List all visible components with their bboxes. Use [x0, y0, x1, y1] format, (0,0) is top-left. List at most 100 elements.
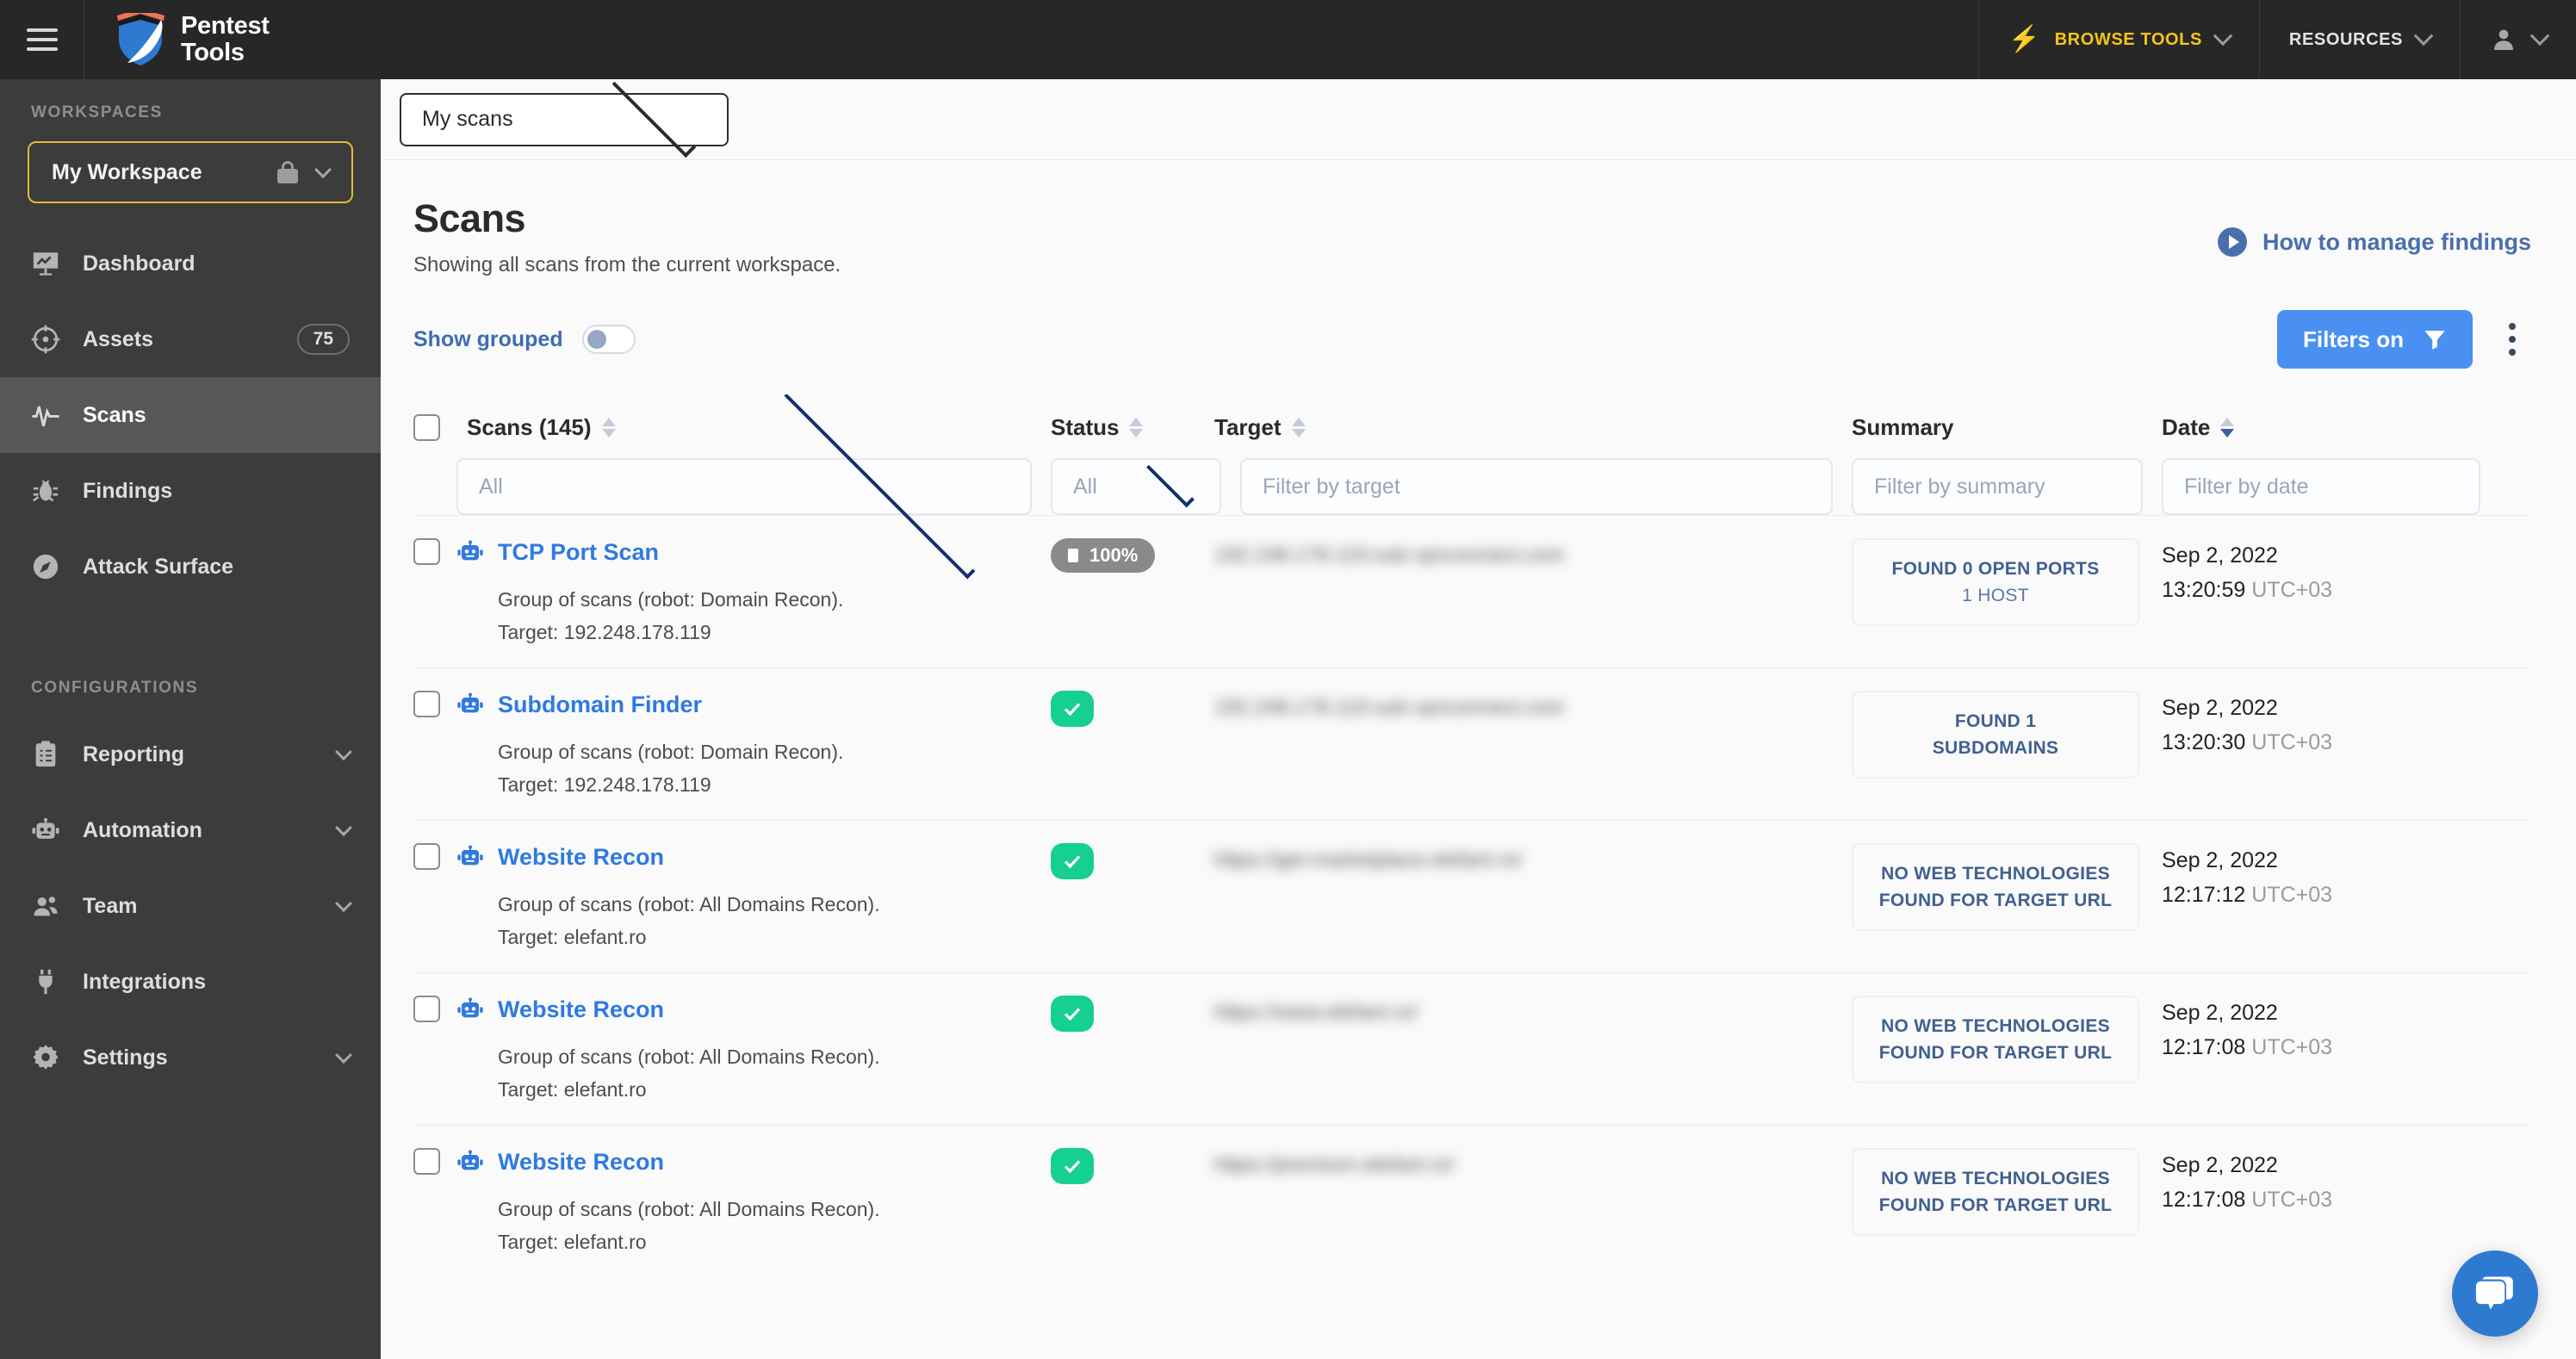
scan-target-text: Target: 192.248.178.119 [498, 621, 711, 643]
target-value-masked: https://premium.elefant.ro/ [1214, 1153, 1455, 1176]
scan-group-text: Group of scans (robot: All Domains Recon… [498, 1198, 880, 1220]
scan-name-link[interactable]: Website Recon [498, 996, 664, 1023]
chevron-down-icon[interactable] [335, 1046, 352, 1064]
filter-cell-target: Filter by target [1240, 458, 1852, 515]
row-select-checkbox[interactable] [413, 1148, 440, 1175]
timezone-value: UTC+03 [2251, 1188, 2333, 1212]
workspaces-section-label: WORKSPACES [31, 103, 163, 121]
scan-info: Website Recon Group of scans (robot: All… [456, 843, 1051, 953]
summary-badge: FOUND 1 SUBDOMAINS [1852, 691, 2139, 779]
resources-menu[interactable]: RESOURCES [2258, 0, 2460, 79]
row-select-checkbox[interactable] [413, 691, 440, 717]
sidebar-item-attack-surface[interactable]: Attack Surface [0, 529, 381, 605]
sidebar-item-dashboard[interactable]: Dashboard [0, 226, 381, 301]
status-success-badge [1051, 843, 1094, 879]
column-header-date: Date [2162, 410, 2480, 444]
scans-filter-value: All [479, 474, 503, 499]
workspace-selector[interactable]: My Workspace [28, 141, 353, 203]
row-select-checkbox[interactable] [413, 996, 440, 1022]
table-row[interactable]: Website Recon Group of scans (robot: All… [413, 1125, 2531, 1277]
table-row[interactable]: Website Recon Group of scans (robot: All… [413, 820, 2531, 972]
scan-target-text: Target: elefant.ro [498, 1231, 647, 1253]
summary-sub: 1 HOST [1962, 586, 2029, 605]
chevron-down-icon[interactable] [335, 895, 352, 913]
column-label: Target [1214, 413, 1282, 440]
sidebar-item-label: Settings [83, 1045, 168, 1070]
filters-button[interactable]: Filters on [2276, 310, 2473, 369]
my-scans-value: My scans [422, 107, 513, 131]
sort-date-button[interactable] [2220, 417, 2235, 437]
brand-name: Pentest Tools [181, 12, 270, 66]
sidebar-item-integrations[interactable]: Integrations [0, 944, 381, 1020]
stop-square-icon [1068, 549, 1078, 562]
hamburger-icon [26, 28, 58, 51]
plug-icon [31, 967, 60, 996]
sidebar-item-settings[interactable]: Settings [0, 1020, 381, 1095]
scan-group-text: Group of scans (robot: All Domains Recon… [498, 1046, 880, 1068]
sort-status-button[interactable] [1129, 417, 1144, 437]
sidebar-item-scans[interactable]: Scans [0, 377, 381, 453]
how-to-manage-findings-link[interactable]: How to manage findings [2217, 227, 2531, 257]
column-label: Date [2162, 413, 2211, 440]
row-target-cell: https://www.elefant.ro/ [1214, 996, 1852, 1106]
scan-name-link[interactable]: Website Recon [498, 1149, 664, 1176]
table-row[interactable]: Subdomain Finder Group of scans (robot: … [413, 667, 2531, 820]
status-progress-badge: 100% [1051, 538, 1156, 573]
configurations-section-label: CONFIGURATIONS [31, 679, 199, 697]
select-all-checkbox[interactable] [413, 413, 440, 441]
scan-info: Website Recon Group of scans (robot: All… [456, 996, 1051, 1106]
sidebar-item-assets[interactable]: Assets 75 [0, 301, 381, 377]
chevron-down-icon[interactable] [335, 819, 352, 837]
toggle-switch[interactable] [581, 325, 636, 354]
status-filter-value: All [1073, 474, 1097, 499]
date-filter-input[interactable]: Filter by date [2162, 458, 2480, 515]
table-row[interactable]: TCP Port Scan Group of scans (robot: Dom… [413, 515, 2531, 667]
row-status-cell [1051, 843, 1214, 953]
summary-filter-input[interactable]: Filter by summary [1852, 458, 2143, 515]
sidebar-item-team[interactable]: Team [0, 868, 381, 944]
sidebar-item-automation[interactable]: Automation [0, 792, 381, 868]
scans-type-filter[interactable]: All [456, 394, 1032, 579]
user-avatar-icon [2494, 29, 2513, 50]
sort-scans-button[interactable] [601, 417, 616, 437]
row-select-checkbox[interactable] [413, 843, 440, 870]
my-scans-dropdown[interactable]: My scans [400, 79, 729, 158]
chevron-down-icon [314, 161, 332, 179]
more-options-button[interactable] [2493, 323, 2531, 356]
chevron-down-icon [1146, 458, 1195, 507]
chat-widget-button[interactable] [2452, 1250, 2538, 1337]
brand-logo[interactable]: Pentest Tools [84, 0, 381, 79]
dashboard-icon [31, 249, 60, 278]
target-value-masked: https://www.elefant.ro/ [1214, 1001, 1418, 1024]
summary-sub: SUBDOMAINS [1932, 738, 2059, 758]
status-success-badge [1051, 691, 1094, 727]
row-target-cell: 192.248.178.119.sub-vpnconnect.com [1214, 538, 1852, 648]
compass-icon [31, 552, 60, 581]
show-grouped-toggle[interactable]: Show grouped [413, 325, 2277, 354]
sort-target-button[interactable] [1291, 417, 1306, 437]
user-account-menu[interactable] [2460, 0, 2576, 79]
scan-info: Website Recon Group of scans (robot: All… [456, 1148, 1051, 1258]
scan-name-link[interactable]: Subdomain Finder [498, 692, 702, 718]
sidebar-item-label: Assets [83, 326, 153, 351]
page-header-left: Scans Showing all scans from the current… [413, 196, 2218, 277]
row-select-checkbox[interactable] [413, 538, 440, 565]
chevron-down-icon[interactable] [335, 743, 352, 761]
sidebar-item-reporting[interactable]: Reporting [0, 717, 381, 792]
browse-tools-menu[interactable]: ⚡ BROWSE TOOLS [1977, 0, 2259, 79]
lock-icon [277, 161, 298, 183]
page-header: Scans Showing all scans from the current… [381, 160, 2576, 277]
sidebar-item-findings[interactable]: Findings [0, 453, 381, 529]
summary-main: FOUND 0 OPEN PORTS [1891, 559, 2100, 579]
chevron-down-icon [611, 79, 697, 158]
hamburger-menu-button[interactable] [0, 0, 84, 79]
row-scan-cell: Subdomain Finder Group of scans (robot: … [413, 691, 1051, 801]
chevron-down-icon [2413, 26, 2434, 47]
target-filter-input[interactable]: Filter by target [1240, 458, 1833, 515]
scan-name-link[interactable]: TCP Port Scan [498, 539, 659, 566]
scan-meta: Group of scans (robot: Domain Recon). Ta… [456, 735, 1051, 801]
scan-name-link[interactable]: Website Recon [498, 844, 664, 871]
table-row[interactable]: Website Recon Group of scans (robot: All… [413, 972, 2531, 1125]
sidebar-item-label: Automation [83, 817, 202, 842]
status-filter[interactable]: All [1051, 458, 1221, 515]
